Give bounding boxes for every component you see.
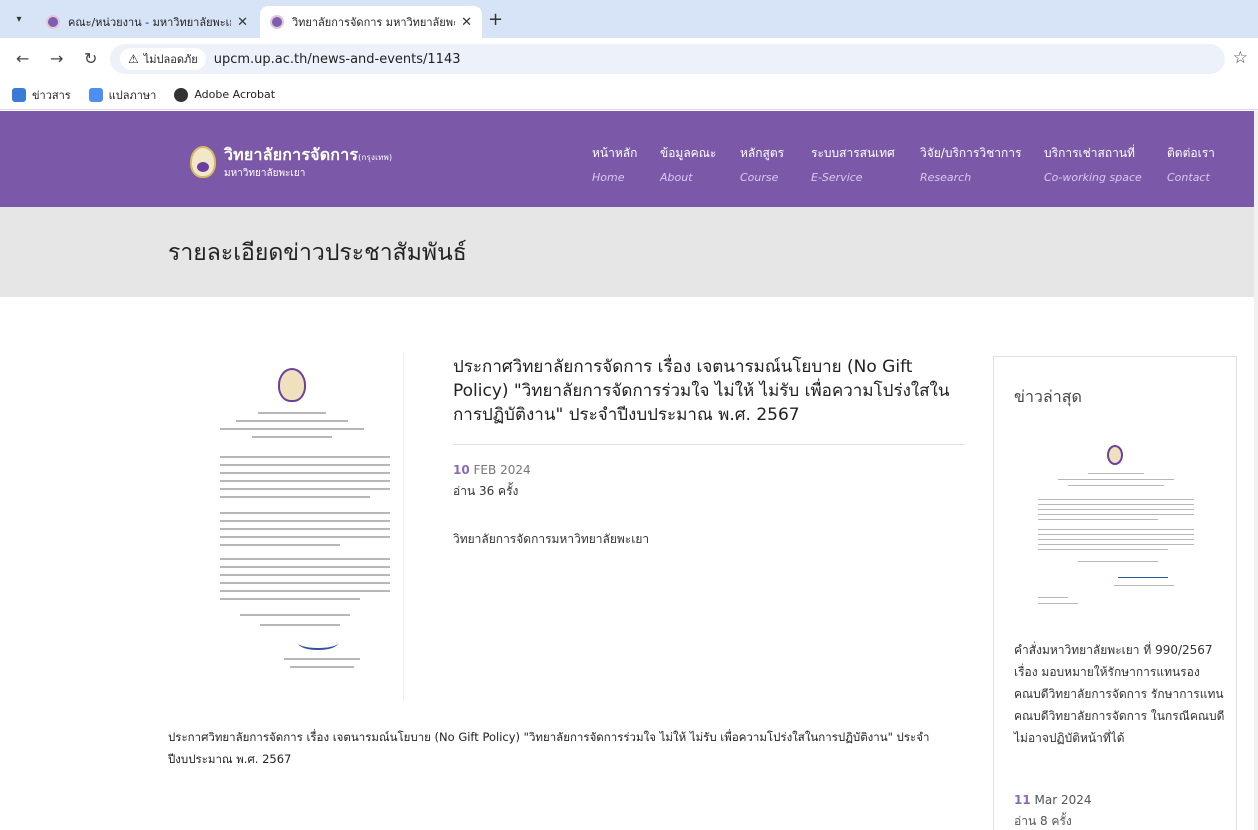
acrobat-icon	[174, 87, 189, 102]
bookmark-acrobat[interactable]: Adobe Acrobat	[174, 87, 276, 102]
tab-strip: ▾ คณะ/หน่วยงาน - มหาวิทยาลัยพะเยา ✕ วิทย…	[0, 0, 1258, 38]
latest-news-date: 11 Mar 2024	[1014, 793, 1092, 807]
page-title: รายละเอียดข่าวประชาสัมพันธ์	[168, 240, 467, 266]
bookmark-label: แปลภาษา	[108, 88, 157, 102]
sidebar-heading: ข่าวล่าสุด	[1014, 387, 1082, 406]
browser-toolbar: ← → ↻ ⚠ ไม่ปลอดภัย upcm.up.ac.th/news-an…	[0, 38, 1258, 80]
article-read-count: อ่าน 36 ครั้ง	[453, 484, 519, 498]
reload-icon[interactable]: ↻	[84, 49, 97, 68]
nav-label-th: หน้าหลัก	[592, 146, 638, 160]
back-icon[interactable]: ←	[16, 49, 29, 68]
university-seal-icon	[278, 368, 306, 402]
bookmark-news[interactable]: ข่าวสาร	[12, 86, 71, 104]
nav-research[interactable]: วิจัย/บริการวิชาการ Research	[920, 144, 1021, 184]
announcement-document-image[interactable]	[180, 352, 404, 700]
favicon-icon	[270, 15, 284, 29]
bookmark-label: Adobe Acrobat	[194, 88, 276, 101]
bookmark-label: ข่าวสาร	[32, 88, 71, 102]
page-scrollbar[interactable]	[1254, 111, 1258, 830]
university-seal-icon	[1107, 445, 1123, 465]
nav-label-th: ระบบสารสนเทศ	[811, 146, 895, 160]
tab-search-chevron-icon[interactable]: ▾	[8, 8, 30, 30]
nav-label-en: Co-working space	[1044, 171, 1142, 184]
nav-label-en: Research	[920, 171, 972, 184]
address-bar[interactable]: ⚠ ไม่ปลอดภัย upcm.up.ac.th/news-and-even…	[110, 44, 1225, 74]
latest-news-thumbnail[interactable]	[1018, 433, 1214, 621]
nav-label-th: ข้อมูลคณะ	[660, 146, 717, 160]
signature-mark	[298, 636, 338, 650]
latest-news-sidebar: ข่าวล่าสุด คำสั่งมหาวิทยาลัยพะเยา ที่ 99…	[993, 356, 1237, 830]
nav-label-en: About	[660, 171, 693, 184]
page-title-band: รายละเอียดข่าวประชาสัมพันธ์	[0, 207, 1258, 297]
latest-news-title-link[interactable]: คำสั่งมหาวิทยาลัยพะเยา ที่ 990/2567 เรื่…	[1014, 639, 1228, 749]
nav-label-th: บริการเช่าสถานที่	[1044, 146, 1135, 160]
tab-title: คณะ/หน่วยงาน - มหาวิทยาลัยพะเยา	[68, 16, 232, 29]
logo-main-text: วิทยาลัยการจัดการ(กรุงเทพ)	[224, 145, 393, 164]
close-tab-icon[interactable]: ✕	[237, 15, 248, 30]
nav-label-en: Home	[592, 171, 625, 184]
article-author: วิทยาลัยการจัดการมหาวิทยาลัยพะเยา	[453, 532, 650, 546]
browser-tab-2-active[interactable]: วิทยาลัยการจัดการ มหาวิทยาลัยพะเยา ✕	[260, 6, 482, 38]
article-body: ประกาศวิทยาลัยการจัดการ เรื่อง เจตนารมณ์…	[168, 730, 930, 766]
nav-label-th: ติดต่อเรา	[1167, 146, 1215, 160]
favicon-icon	[46, 15, 60, 29]
nav-label-th: หลักสูตร	[740, 146, 785, 160]
university-emblem-icon	[190, 146, 216, 178]
article-title: ประกาศวิทยาลัยการจัดการ เรื่อง เจตนารมณ์…	[453, 357, 950, 425]
article-date: 10 FEB 2024	[453, 463, 531, 477]
site-logo[interactable]: วิทยาลัยการจัดการ(กรุงเทพ) มหาวิทยาลัยพะ…	[190, 143, 392, 181]
nav-label-en: E-Service	[811, 171, 863, 184]
bookmark-star-icon[interactable]: ☆	[1233, 48, 1248, 68]
translate-icon	[88, 87, 103, 102]
nav-label-th: วิจัย/บริการวิชาการ	[920, 146, 1022, 160]
url-text[interactable]: upcm.up.ac.th/news-and-events/1143	[214, 52, 461, 67]
nav-label-en: Course	[740, 171, 779, 184]
security-label: ไม่ปลอดภัย	[143, 53, 198, 66]
bookmarks-bar: ข่าวสาร แปลภาษา Adobe Acrobat	[0, 80, 1258, 110]
nav-label-en: Contact	[1167, 171, 1210, 184]
divider	[453, 444, 965, 445]
new-tab-button[interactable]: +	[488, 9, 503, 30]
forward-icon[interactable]: →	[50, 49, 63, 68]
logo-sub-text: มหาวิทยาลัยพะเยา	[224, 168, 306, 179]
nav-co-working[interactable]: บริการเช่าสถานที่ Co-working space	[1044, 144, 1142, 184]
tab-title: วิทยาลัยการจัดการ มหาวิทยาลัยพะเยา	[292, 16, 455, 29]
nav-contact[interactable]: ติดต่อเรา Contact	[1167, 144, 1215, 184]
security-chip[interactable]: ⚠ ไม่ปลอดภัย	[120, 48, 206, 70]
browser-tab-1[interactable]: คณะ/หน่วยงาน - มหาวิทยาลัยพะเยา ✕	[36, 6, 258, 38]
warning-icon: ⚠	[128, 52, 139, 66]
bookmark-translate[interactable]: แปลภาษา	[88, 86, 157, 104]
nav-e-service[interactable]: ระบบสารสนเทศ E-Service	[811, 144, 895, 184]
close-tab-icon[interactable]: ✕	[461, 15, 472, 30]
nav-home[interactable]: หน้าหลัก Home	[592, 144, 637, 184]
latest-news-read-count: อ่าน 8 ครั้ง	[1014, 814, 1072, 828]
nav-course[interactable]: หลักสูตร Course	[740, 144, 784, 184]
site-header: วิทยาลัยการจัดการ(กรุงเทพ) มหาวิทยาลัยพะ…	[0, 111, 1258, 207]
nav-about[interactable]: ข้อมูลคณะ About	[660, 144, 716, 184]
news-icon	[12, 87, 26, 102]
